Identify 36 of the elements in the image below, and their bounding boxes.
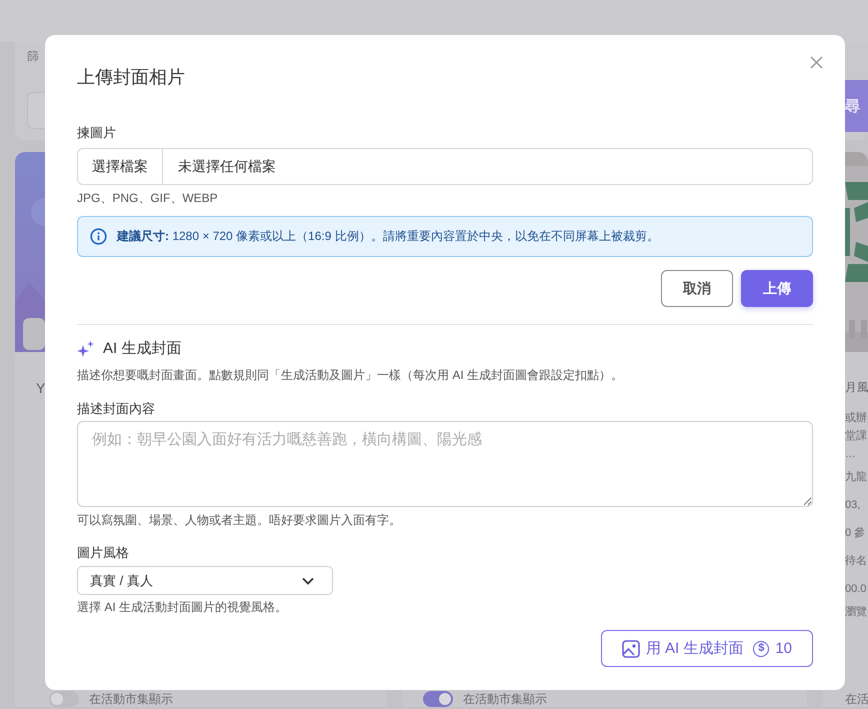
field-label: 揀圖片 [77,124,117,142]
card-text: … [845,447,856,462]
toggle-switch[interactable] [49,691,79,707]
field-label: 描述封面內容 [77,400,156,418]
format-hint: JPG、PNG、GIF、WEBP [77,190,219,206]
card-text: 0 參 [845,526,866,541]
chevron-down-icon [302,576,314,584]
card-text: 堂課 [845,428,867,444]
upload-button[interactable]: 上傳 [741,270,813,307]
info-icon [90,228,107,245]
section-description: 描述你想要嘅封面畫面。點數規則同「生成活動及圖片」一樣（每次用 AI 生成封面圖會跟設定扣點）。 [77,367,624,383]
dialog-title: 上傳封面相片 [77,66,186,89]
filter-label: 篩 [27,48,39,64]
section-heading: AI 生成封面 [103,339,182,359]
card-text: 九龍 [845,470,867,485]
generate-button[interactable]: 用 AI 生成封面 $ 10 [600,630,813,667]
toggle-switch[interactable] [423,691,453,707]
card-title: Y [36,379,46,398]
card-text: 瀏覽 [845,605,867,620]
description-field[interactable]: 例如：朝早公園入面好有活力嘅慈善跑，橫向構圖、陽光感 [77,421,813,507]
toggle-label: 在活動市集顯示 [463,692,547,706]
style-dropdown[interactable]: 真實 / 真人 [77,566,333,595]
field-hint: 可以寫氛圍、場景、人物或者主題。唔好要求圖片入面有字。 [77,512,402,528]
field-label: 圖片風格 [77,544,130,562]
toggle-label: 在活動市集顯示 [89,692,173,706]
sparkle-icon [77,340,95,358]
card-text: 待名 [845,554,867,569]
card-text: 00.0 [845,582,866,597]
card-text: 或辦 [845,410,867,426]
field-hint: 選擇 AI 生成活動封面圖片的視覺風格。 [77,599,288,615]
cancel-button[interactable]: 取消 [661,270,733,307]
image-icon [622,640,640,658]
card-text: 03, [845,498,860,513]
close-icon[interactable] [810,56,823,69]
notice-text: 建議尺寸: 1280 × 720 像素或以上（16:9 比例）。請將重要內容置於中央，以免在不同屏幕上被裁剪。 [117,228,659,245]
file-input[interactable]: 選擇檔案 未選擇任何檔案 [77,148,813,185]
